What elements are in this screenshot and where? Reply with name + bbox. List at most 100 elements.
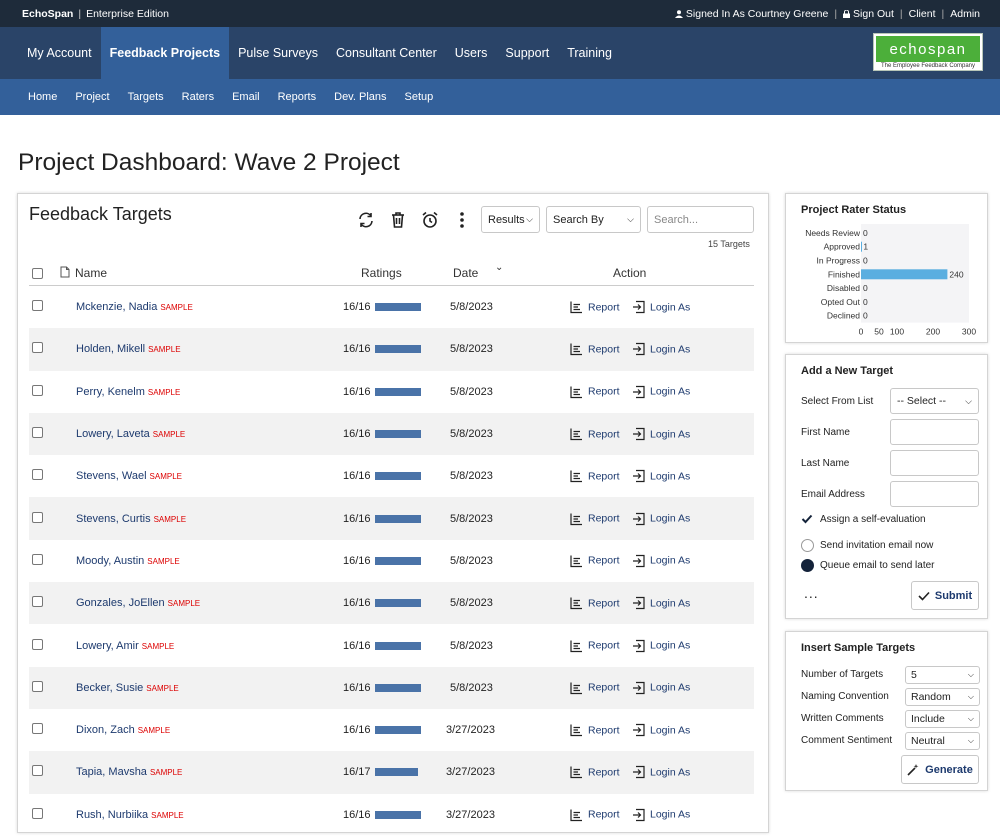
target-name-link[interactable]: Rush, Nurbiika (76, 809, 148, 821)
first-name-field[interactable] (890, 419, 979, 445)
queue-radio[interactable] (801, 559, 814, 572)
sort-down-icon[interactable]: ⌄ (495, 262, 503, 273)
subnav-reports[interactable]: Reports (269, 91, 326, 103)
submit-button[interactable]: Submit (911, 581, 979, 610)
row-checkbox[interactable] (32, 427, 43, 439)
refresh-icon[interactable] (356, 210, 376, 230)
target-name-link[interactable]: Mckenzie, Nadia (76, 301, 157, 313)
signed-in-link[interactable]: Signed In As Courtney Greene (674, 8, 828, 20)
report-link[interactable]: Report (570, 766, 620, 779)
subnav-setup[interactable]: Setup (396, 91, 443, 103)
login-as-link[interactable]: Login As (632, 301, 690, 314)
row-checkbox[interactable] (32, 723, 43, 735)
report-link[interactable]: Report (570, 681, 620, 694)
target-name-link[interactable]: Gonzales, JoEllen (76, 597, 165, 609)
queue-option[interactable]: Queue email to send later (801, 559, 935, 572)
results-select[interactable]: Results ⌵ (481, 206, 540, 233)
admin-link[interactable]: Admin (950, 8, 980, 20)
target-name-cell[interactable]: Stevens, Wael SAMPLE (76, 470, 182, 482)
target-name-cell[interactable]: Tapia, Mavsha SAMPLE (76, 766, 182, 778)
login-as-link[interactable]: Login As (632, 808, 690, 821)
nav-feedback-projects[interactable]: Feedback Projects (100, 27, 230, 79)
column-date[interactable]: Date (453, 266, 478, 280)
row-checkbox[interactable] (32, 511, 43, 523)
row-checkbox[interactable] (32, 553, 43, 565)
trash-icon[interactable] (388, 210, 408, 230)
more-options-button[interactable]: ... (804, 585, 819, 601)
subnav-project[interactable]: Project (66, 91, 118, 103)
search-by-select[interactable]: Search By ⌵ (546, 206, 641, 233)
report-link[interactable]: Report (570, 428, 620, 441)
subnav-dev-plans[interactable]: Dev. Plans (325, 91, 395, 103)
nav-my-account[interactable]: My Account (18, 27, 101, 79)
target-name-link[interactable]: Stevens, Curtis (76, 513, 151, 525)
checkbox-checked-icon[interactable] (801, 513, 813, 525)
report-link[interactable]: Report (570, 639, 620, 652)
target-name-cell[interactable]: Stevens, Curtis SAMPLE (76, 513, 186, 525)
sign-out-link[interactable]: Sign Out (843, 8, 894, 20)
report-link[interactable]: Report (570, 301, 620, 314)
report-link[interactable]: Report (570, 597, 620, 610)
generate-button[interactable]: Generate (901, 755, 979, 784)
report-link[interactable]: Report (570, 808, 620, 821)
row-checkbox[interactable] (32, 469, 43, 481)
login-as-link[interactable]: Login As (632, 385, 690, 398)
report-link[interactable]: Report (570, 385, 620, 398)
target-name-cell[interactable]: Moody, Austin SAMPLE (76, 555, 180, 567)
row-checkbox[interactable] (32, 680, 43, 692)
target-name-cell[interactable]: Perry, Kenelm SAMPLE (76, 386, 180, 398)
row-checkbox[interactable] (32, 807, 43, 819)
target-name-link[interactable]: Tapia, Mavsha (76, 766, 147, 778)
report-link[interactable]: Report (570, 512, 620, 525)
target-name-link[interactable]: Stevens, Wael (76, 470, 147, 482)
login-as-link[interactable]: Login As (632, 597, 690, 610)
more-vertical-icon[interactable] (452, 210, 472, 230)
column-name[interactable]: Name (75, 266, 107, 280)
target-name-link[interactable]: Dixon, Zach (76, 724, 135, 736)
target-name-link[interactable]: Perry, Kenelm (76, 386, 145, 398)
pdf-icon[interactable] (60, 266, 70, 281)
row-checkbox[interactable] (32, 384, 43, 396)
target-name-link[interactable]: Becker, Susie (76, 682, 143, 694)
report-link[interactable]: Report (570, 343, 620, 356)
nav-users[interactable]: Users (446, 27, 497, 79)
alarm-clock-icon[interactable] (420, 210, 440, 230)
login-as-link[interactable]: Login As (632, 766, 690, 779)
report-link[interactable]: Report (570, 724, 620, 737)
send-now-radio[interactable] (801, 539, 814, 552)
column-ratings[interactable]: Ratings (361, 266, 402, 280)
subnav-email[interactable]: Email (223, 91, 269, 103)
row-checkbox[interactable] (32, 342, 43, 354)
subnav-home[interactable]: Home (19, 91, 66, 103)
target-name-cell[interactable]: Lowery, Amir SAMPLE (76, 640, 174, 652)
nav-consultant-center[interactable]: Consultant Center (327, 27, 446, 79)
target-name-cell[interactable]: Gonzales, JoEllen SAMPLE (76, 597, 200, 609)
report-link[interactable]: Report (570, 554, 620, 568)
client-link[interactable]: Client (909, 8, 936, 20)
written-comments-select[interactable]: Include ⌵ (905, 710, 980, 728)
login-as-link[interactable]: Login As (632, 470, 690, 483)
target-name-link[interactable]: Lowery, Amir (76, 640, 139, 652)
self-eval-option[interactable]: Assign a self-evaluation (801, 513, 926, 525)
email-field[interactable] (890, 481, 979, 507)
last-name-field[interactable] (890, 450, 979, 476)
naming-convention-select[interactable]: Random ⌵ (905, 688, 980, 706)
report-link[interactable]: Report (570, 470, 620, 483)
login-as-link[interactable]: Login As (632, 427, 690, 441)
target-name-cell[interactable]: Holden, Mikell SAMPLE (76, 343, 181, 355)
login-as-link[interactable]: Login As (632, 724, 690, 737)
subnav-raters[interactable]: Raters (173, 91, 223, 103)
target-name-cell[interactable]: Lowery, Laveta SAMPLE (76, 428, 185, 440)
number-of-targets-select[interactable]: 5 ⌵ (905, 666, 980, 684)
target-name-link[interactable]: Holden, Mikell (76, 343, 145, 355)
nav-training[interactable]: Training (558, 27, 621, 79)
row-checkbox[interactable] (32, 596, 43, 608)
target-name-cell[interactable]: Mckenzie, Nadia SAMPLE (76, 301, 193, 313)
row-checkbox[interactable] (32, 765, 43, 777)
login-as-link[interactable]: Login As (632, 512, 690, 525)
login-as-link[interactable]: Login As (632, 639, 690, 652)
row-checkbox[interactable] (32, 638, 43, 650)
target-name-cell[interactable]: Becker, Susie SAMPLE (76, 682, 179, 694)
select-from-list-dropdown[interactable]: -- Select -- ⌵ (890, 388, 979, 414)
select-all-checkbox[interactable] (32, 268, 43, 279)
